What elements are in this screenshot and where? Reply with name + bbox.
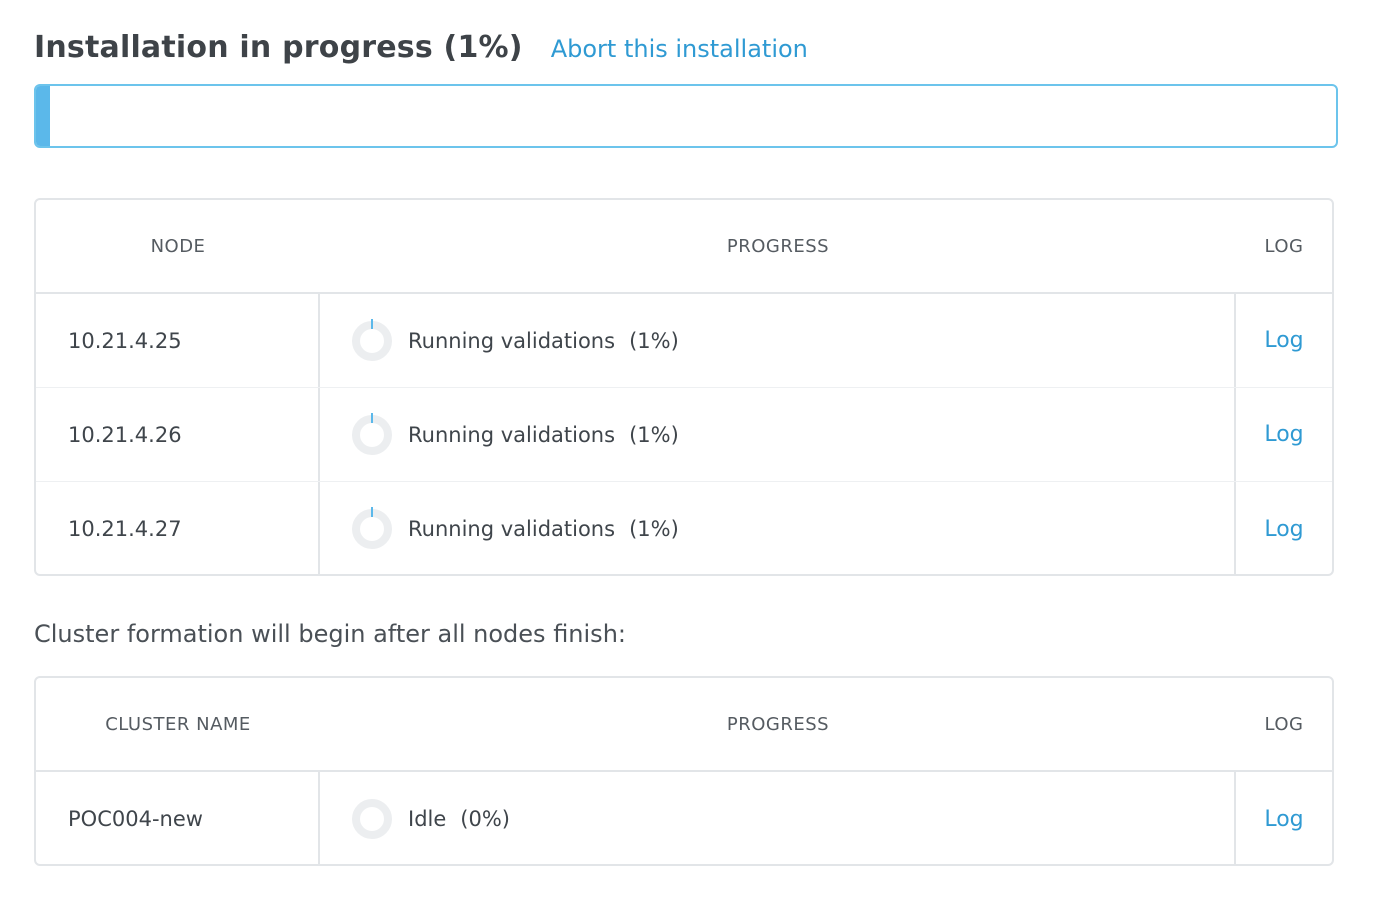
node-ip: 10.21.4.26 bbox=[36, 388, 320, 481]
node-progress-cell: Running validations (1%) bbox=[320, 388, 1236, 481]
table-row: 10.21.4.27 Running validations (1%) Log bbox=[36, 482, 1332, 576]
progress-percent: (1%) bbox=[629, 328, 679, 353]
installation-page: Installation in progress (1%) Abort this… bbox=[0, 0, 1378, 906]
abort-installation-link[interactable]: Abort this installation bbox=[551, 35, 808, 63]
progress-percent: (1%) bbox=[629, 517, 679, 541]
progress-spinner-icon bbox=[352, 318, 392, 361]
header: Installation in progress (1%) Abort this… bbox=[34, 30, 808, 65]
node-progress-cell: Running validations (1%) bbox=[320, 294, 1236, 387]
log-cell: Log bbox=[1236, 772, 1332, 866]
progress-spinner-icon bbox=[352, 799, 392, 839]
log-link[interactable]: Log bbox=[1264, 807, 1303, 832]
log-cell: Log bbox=[1236, 388, 1332, 481]
log-link[interactable]: Log bbox=[1264, 328, 1303, 353]
cluster-progress-cell: Idle (0%) bbox=[320, 772, 1236, 866]
cluster-formation-note: Cluster formation will begin after all n… bbox=[34, 620, 626, 648]
progress-status: Idle bbox=[408, 807, 447, 831]
table-row: 10.21.4.26 Running validations (1%) Log bbox=[36, 388, 1332, 482]
overall-progress-fill bbox=[36, 86, 51, 146]
cluster-table: CLUSTER NAME PROGRESS LOG POC004-new Idl… bbox=[34, 676, 1334, 866]
column-header-progress: PROGRESS bbox=[726, 235, 830, 257]
nodes-table: NODE PROGRESS LOG 10.21.4.25 Running val… bbox=[34, 198, 1334, 576]
progress-percent: (1%) bbox=[629, 422, 679, 447]
table-row: 10.21.4.25 Running validations (1%) Log bbox=[36, 294, 1332, 388]
node-progress-cell: Running validations (1%) bbox=[320, 482, 1236, 576]
progress-status: Running validations bbox=[408, 422, 616, 447]
progress-status: Running validations bbox=[408, 517, 616, 541]
column-header-log: LOG bbox=[1264, 235, 1304, 257]
overall-progress-bar bbox=[34, 84, 1338, 148]
log-link[interactable]: Log bbox=[1264, 422, 1303, 447]
column-header-progress: PROGRESS bbox=[726, 713, 830, 735]
page-title: Installation in progress (1%) bbox=[34, 30, 523, 65]
column-header-node: NODE bbox=[150, 235, 206, 257]
cluster-table-header: CLUSTER NAME PROGRESS LOG bbox=[36, 678, 1332, 772]
progress-spinner-icon bbox=[352, 412, 392, 455]
cluster-name: POC004-new bbox=[36, 772, 320, 866]
column-header-log: LOG bbox=[1264, 713, 1304, 735]
progress-percent: (0%) bbox=[460, 807, 510, 831]
log-cell: Log bbox=[1236, 482, 1332, 576]
column-header-cluster-name: CLUSTER NAME bbox=[105, 713, 251, 735]
log-cell: Log bbox=[1236, 294, 1332, 387]
progress-status: Running validations bbox=[408, 328, 616, 353]
log-link[interactable]: Log bbox=[1264, 517, 1303, 542]
nodes-table-header: NODE PROGRESS LOG bbox=[36, 200, 1332, 294]
table-row: POC004-new Idle (0%) Log bbox=[36, 772, 1332, 866]
node-ip: 10.21.4.27 bbox=[36, 482, 320, 576]
progress-spinner-icon bbox=[352, 507, 392, 549]
node-ip: 10.21.4.25 bbox=[36, 294, 320, 387]
